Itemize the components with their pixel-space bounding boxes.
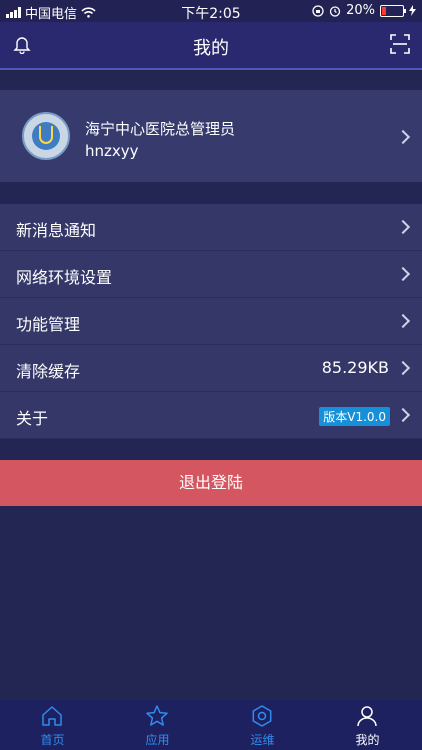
home-icon <box>40 704 64 732</box>
profile-card[interactable]: 海宁中心医院总管理员 hnzxyy <box>0 90 422 182</box>
menu-item-label: 网络环境设置 <box>16 268 113 287</box>
menu-item-label: 清除缓存 <box>16 362 81 381</box>
profile-name: 海宁中心医院总管理员 <box>85 120 236 138</box>
tab-label: 应用 <box>145 733 170 747</box>
nav-bar: 我的 <box>0 22 422 70</box>
menu-item-network-settings[interactable]: 网络环境设置 <box>0 251 422 298</box>
menu-item-clear-cache[interactable]: 清除缓存 85.29KB <box>0 345 422 392</box>
charging-icon <box>409 5 416 16</box>
hospital-logo-avatar <box>22 112 70 160</box>
chevron-right-icon <box>395 129 411 145</box>
tab-label: 运维 <box>250 733 275 747</box>
tab-home[interactable]: 首页 <box>0 700 105 750</box>
cache-size: 85.29KB <box>321 358 389 377</box>
orientation-lock-icon <box>312 4 324 17</box>
chevron-right-icon <box>395 313 411 329</box>
star-icon <box>145 704 169 732</box>
tab-apps[interactable]: 应用 <box>105 700 210 750</box>
battery-percent: 20% <box>346 3 375 18</box>
chevron-right-icon <box>395 407 411 423</box>
battery-icon <box>380 4 406 17</box>
chevron-right-icon <box>395 360 411 376</box>
tab-bar: 首页 应用 运维 我的 <box>0 700 422 750</box>
status-right: 20% <box>312 3 416 18</box>
profile-account: hnzxyy <box>85 142 139 160</box>
menu-item-label: 关于 <box>16 409 49 428</box>
menu-item-label: 新消息通知 <box>16 221 97 240</box>
chevron-right-icon <box>395 219 411 235</box>
tab-label: 首页 <box>40 733 65 747</box>
menu-item-feature-management[interactable]: 功能管理 <box>0 298 422 345</box>
menu-item-label: 功能管理 <box>16 315 81 334</box>
page-title: 我的 <box>193 38 229 59</box>
user-icon <box>355 704 379 732</box>
chevron-right-icon <box>395 266 411 282</box>
settings-menu: 新消息通知 网络环境设置 功能管理 清除缓存 85.29KB 关于 版本V1.0… <box>0 204 422 439</box>
gear-icon <box>250 704 274 732</box>
version-badge: 版本V1.0.0 <box>319 407 390 426</box>
menu-item-about[interactable]: 关于 版本V1.0.0 <box>0 392 422 439</box>
scan-icon[interactable] <box>390 34 410 58</box>
logout-button[interactable]: 退出登陆 <box>0 460 422 506</box>
tab-mine[interactable]: 我的 <box>315 700 420 750</box>
menu-item-notifications[interactable]: 新消息通知 <box>0 204 422 251</box>
status-bar: 中国电信 下午2:05 20% <box>0 0 422 22</box>
tab-label: 我的 <box>355 733 380 747</box>
alarm-icon <box>329 5 341 17</box>
tab-operations[interactable]: 运维 <box>210 700 315 750</box>
